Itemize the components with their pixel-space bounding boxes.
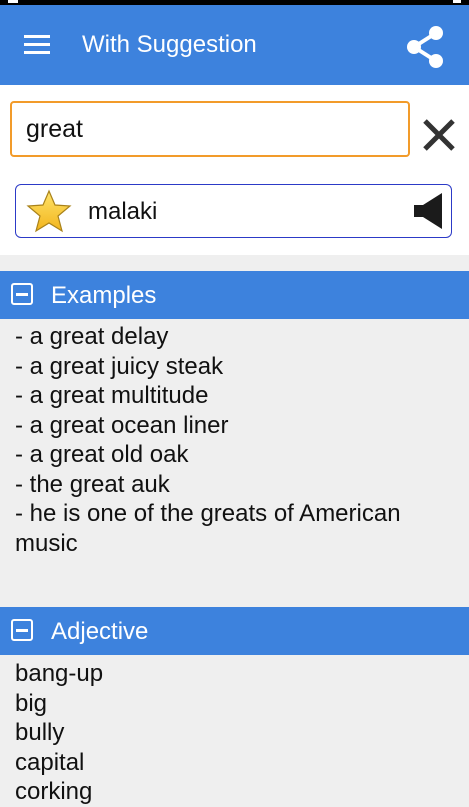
suggestion-word: malaki bbox=[88, 198, 158, 225]
adjective-section-title: Adjective bbox=[51, 618, 149, 645]
examples-section-header[interactable]: Examples bbox=[0, 271, 469, 319]
synonym-item: bang-up bbox=[15, 660, 104, 687]
star-icon[interactable] bbox=[26, 189, 72, 233]
adjective-list: bang-up big bully capital corking bbox=[0, 659, 469, 807]
close-icon[interactable] bbox=[420, 116, 458, 154]
synonym-item: big bbox=[15, 689, 48, 717]
collapse-icon[interactable] bbox=[11, 283, 33, 305]
examples-section-title: Examples bbox=[51, 282, 157, 309]
status-indicator-left bbox=[8, 0, 18, 3]
synonym-item: corking bbox=[15, 778, 93, 805]
synonym-item: capital bbox=[15, 748, 85, 776]
example-item: - a great ocean liner bbox=[15, 411, 229, 439]
share-icon[interactable] bbox=[402, 23, 450, 71]
example-item: - a great multitude bbox=[15, 382, 209, 409]
status-indicator-right bbox=[453, 0, 461, 3]
example-item: - the great auk bbox=[15, 470, 170, 498]
example-item: - a great delay bbox=[15, 323, 169, 350]
example-item: - a great juicy steak bbox=[15, 352, 224, 380]
examples-list: - a great delay - a great juicy steak - … bbox=[0, 322, 469, 558]
app-title: With Suggestion bbox=[82, 31, 257, 58]
suggestion-card[interactable]: malaki bbox=[15, 184, 452, 238]
example-item: - he is one of the greats of American mu… bbox=[15, 500, 401, 557]
collapse-icon[interactable] bbox=[11, 619, 33, 641]
hamburger-menu-icon[interactable] bbox=[20, 30, 54, 60]
search-input[interactable] bbox=[10, 101, 410, 157]
adjective-section-header[interactable]: Adjective bbox=[0, 607, 469, 655]
app-bar: With Suggestion bbox=[0, 5, 469, 85]
speaker-icon[interactable] bbox=[412, 192, 446, 230]
synonym-item: bully bbox=[15, 719, 65, 746]
example-item: - a great old oak bbox=[15, 441, 189, 468]
